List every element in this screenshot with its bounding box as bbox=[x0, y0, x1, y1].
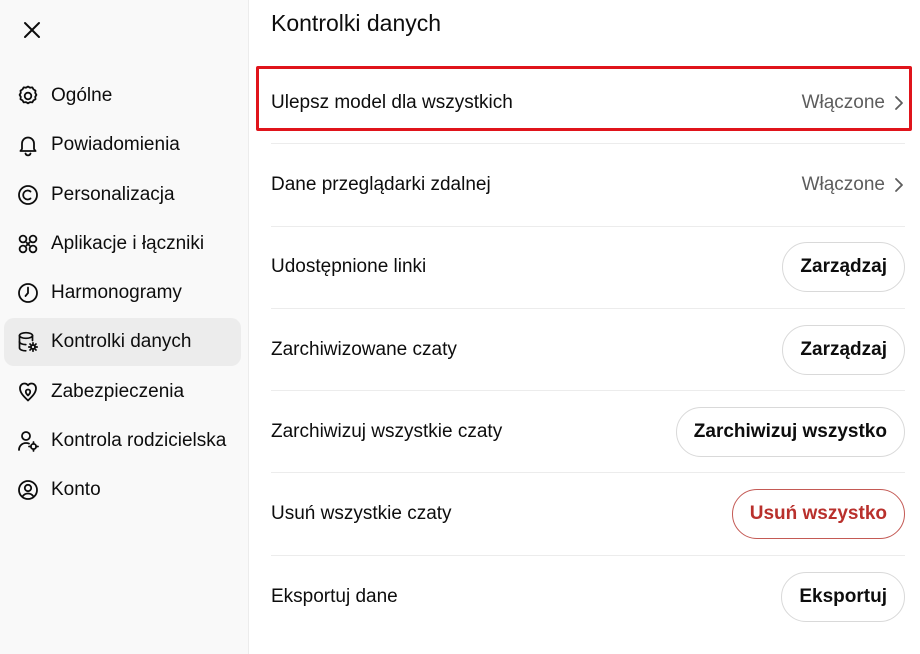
page-title: Kontrolki danych bbox=[271, 10, 442, 36]
setting-row-archived-chats: Zarchiwizowane czaty Zarządzaj bbox=[271, 309, 905, 392]
sidebar-item-label: Personalizacja bbox=[51, 183, 175, 205]
sidebar-item-kontrolki-danych[interactable]: Kontrolki danych bbox=[4, 318, 241, 367]
setting-row-shared-links: Udostępnione linki Zarządzaj bbox=[271, 227, 905, 309]
sidebar-item-personalizacja[interactable]: Personalizacja bbox=[4, 171, 241, 219]
setting-label: Zarchiwizuj wszystkie czaty bbox=[271, 420, 503, 442]
settings-list: Ulepsz model dla wszystkich Włączone Dan… bbox=[271, 62, 905, 638]
account-icon bbox=[16, 478, 40, 502]
setting-row-remote-browser: Dane przeglądarki zdalnej Włączone bbox=[271, 144, 905, 227]
sidebar-item-kontrola-rodzicielska[interactable]: Kontrola rodzicielska bbox=[4, 417, 241, 465]
sidebar-item-harmonogramy[interactable]: Harmonogramy bbox=[4, 269, 241, 317]
setting-label: Eksportuj dane bbox=[271, 585, 398, 607]
delete-all-button[interactable]: Usuń wszystko bbox=[731, 489, 905, 540]
sidebar-item-aplikacje[interactable]: Aplikacje i łączniki bbox=[4, 220, 241, 268]
parental-icon bbox=[16, 429, 40, 453]
gear-icon bbox=[16, 84, 40, 108]
setting-label: Udostępnione linki bbox=[271, 256, 427, 278]
close-button[interactable] bbox=[16, 14, 48, 46]
archive-all-button[interactable]: Zarchiwizuj wszystko bbox=[675, 406, 905, 457]
shield-icon bbox=[16, 380, 40, 404]
sidebar-item-label: Harmonogramy bbox=[51, 282, 182, 304]
apps-icon bbox=[16, 232, 40, 256]
improve-model-dropdown[interactable]: Włączone bbox=[802, 92, 905, 114]
chevron-right-icon bbox=[895, 178, 903, 192]
setting-row-delete-all: Usuń wszystkie czaty Usuń wszystko bbox=[271, 473, 905, 556]
setting-label: Zarchiwizowane czaty bbox=[271, 338, 457, 360]
sidebar-item-ogolne[interactable]: Ogólne bbox=[4, 72, 241, 120]
sidebar-item-zabezpieczenia[interactable]: Zabezpieczenia bbox=[4, 368, 241, 416]
close-icon bbox=[24, 22, 40, 38]
sidebar-item-label: Konto bbox=[51, 479, 101, 501]
sidebar-item-label: Kontrolki danych bbox=[51, 331, 192, 353]
setting-value: Włączone bbox=[801, 173, 885, 195]
sidebar-item-label: Kontrola rodzicielska bbox=[51, 430, 227, 452]
clock-icon bbox=[16, 281, 40, 305]
setting-label: Ulepsz model dla wszystkich bbox=[271, 91, 513, 113]
manage-shared-links-button[interactable]: Zarządzaj bbox=[782, 242, 905, 293]
manage-archived-chats-button[interactable]: Zarządzaj bbox=[782, 324, 905, 375]
export-button[interactable]: Eksportuj bbox=[781, 571, 905, 622]
sidebar-item-konto[interactable]: Konto bbox=[4, 466, 241, 514]
setting-row-improve-model: Ulepsz model dla wszystkich Włączone bbox=[271, 62, 905, 145]
bell-icon bbox=[16, 133, 40, 157]
setting-row-export: Eksportuj dane Eksportuj bbox=[271, 556, 905, 638]
setting-row-archive-all: Zarchiwizuj wszystkie czaty Zarchiwizuj … bbox=[271, 391, 905, 474]
setting-value: Włączone bbox=[801, 91, 885, 113]
settings-nav: Ogólne Powiadomienia Personalizacja Apli… bbox=[4, 72, 241, 516]
remote-browser-dropdown[interactable]: Włączone bbox=[802, 174, 905, 196]
setting-label: Usuń wszystkie czaty bbox=[271, 503, 452, 525]
main-panel: Kontrolki danych Ulepsz model dla wszyst… bbox=[249, 0, 920, 654]
sidebar-item-label: Ogólne bbox=[51, 85, 113, 106]
sidebar-item-powiadomienia[interactable]: Powiadomienia bbox=[4, 121, 241, 169]
personalization-icon bbox=[16, 183, 40, 207]
chevron-right-icon bbox=[895, 95, 903, 110]
sidebar: Ogólne Powiadomienia Personalizacja Apli… bbox=[0, 0, 249, 654]
sidebar-item-label: Zabezpieczenia bbox=[51, 380, 185, 402]
setting-label: Dane przeglądarki zdalnej bbox=[271, 173, 491, 195]
sidebar-item-label: Powiadomienia bbox=[51, 134, 180, 156]
database-icon bbox=[16, 330, 40, 354]
sidebar-item-label: Aplikacje i łączniki bbox=[51, 232, 205, 254]
